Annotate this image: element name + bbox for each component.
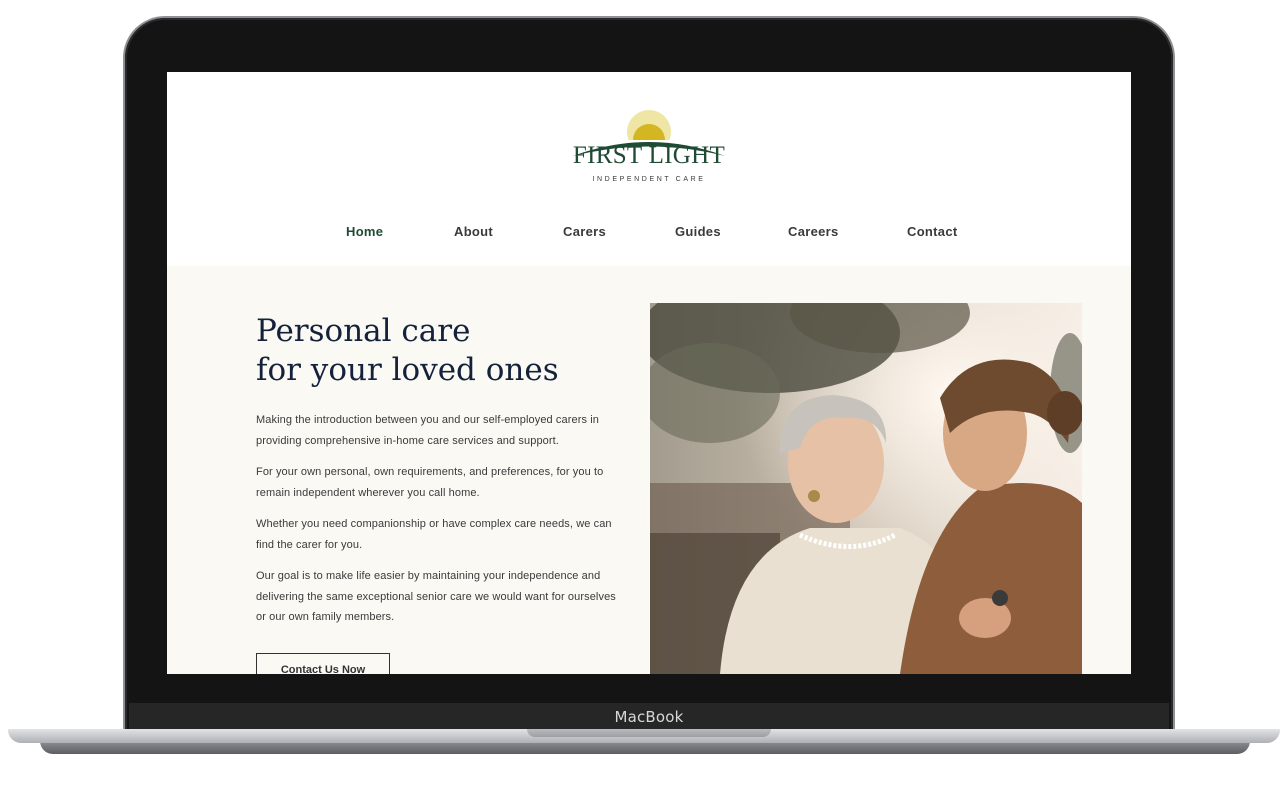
hero-paragraph-1: Making the introduction between you and …	[256, 410, 656, 451]
logo-subtitle: INDEPENDENT CARE	[592, 176, 706, 183]
sunrise-logo-icon	[573, 110, 725, 160]
nav-carers[interactable]: Carers	[563, 224, 606, 239]
carer-photo-illustration	[650, 303, 1082, 674]
paragraph-line: Whether you need companionship or have c…	[256, 518, 612, 530]
site-header: FIRST LIGHT INDEPENDENT CARE Home About …	[167, 72, 1131, 266]
hero-paragraph-2: For your own personal, own requirements,…	[256, 462, 656, 503]
logo-title: FIRST LIGHT	[572, 142, 726, 169]
hero-photo-carer-and-elderly-woman	[650, 303, 1082, 674]
paragraph-line: Making the introduction between you and …	[256, 414, 599, 426]
contact-us-button[interactable]: Contact Us Now	[256, 653, 390, 674]
nav-guides[interactable]: Guides	[675, 224, 721, 239]
laptop-notch	[527, 729, 771, 737]
main-nav: Home About Carers Guides Careers Contact	[167, 224, 1131, 246]
nav-home[interactable]: Home	[346, 224, 383, 239]
hero-title-line-1: Personal care	[256, 313, 471, 349]
hero-paragraph-4: Our goal is to make life easier by maint…	[256, 566, 656, 628]
paragraph-line: or our own family members.	[256, 611, 395, 623]
hero-title-line-2: for your loved ones	[256, 352, 559, 388]
hero-title: Personal care for your loved ones	[256, 312, 636, 390]
paragraph-line: For your own personal, own requirements,…	[256, 466, 604, 478]
paragraph-line: delivering the same exceptional senior c…	[256, 590, 616, 603]
hero-section: Personal care for your loved ones Making…	[167, 266, 1131, 674]
hero-paragraph-3: Whether you need companionship or have c…	[256, 514, 656, 555]
site-logo[interactable]: FIRST LIGHT INDEPENDENT CARE	[547, 90, 751, 190]
nav-careers[interactable]: Careers	[788, 224, 839, 239]
paragraph-line: find the carer for you.	[256, 538, 363, 551]
paragraph-line: remain independent wherever you call hom…	[256, 486, 480, 499]
paragraph-line: Our goal is to make life easier by maint…	[256, 570, 601, 582]
browser-screen: FIRST LIGHT INDEPENDENT CARE Home About …	[167, 72, 1131, 674]
nav-about[interactable]: About	[454, 224, 493, 239]
nav-contact[interactable]: Contact	[907, 224, 958, 239]
paragraph-line: providing comprehensive in-home care ser…	[256, 434, 559, 447]
